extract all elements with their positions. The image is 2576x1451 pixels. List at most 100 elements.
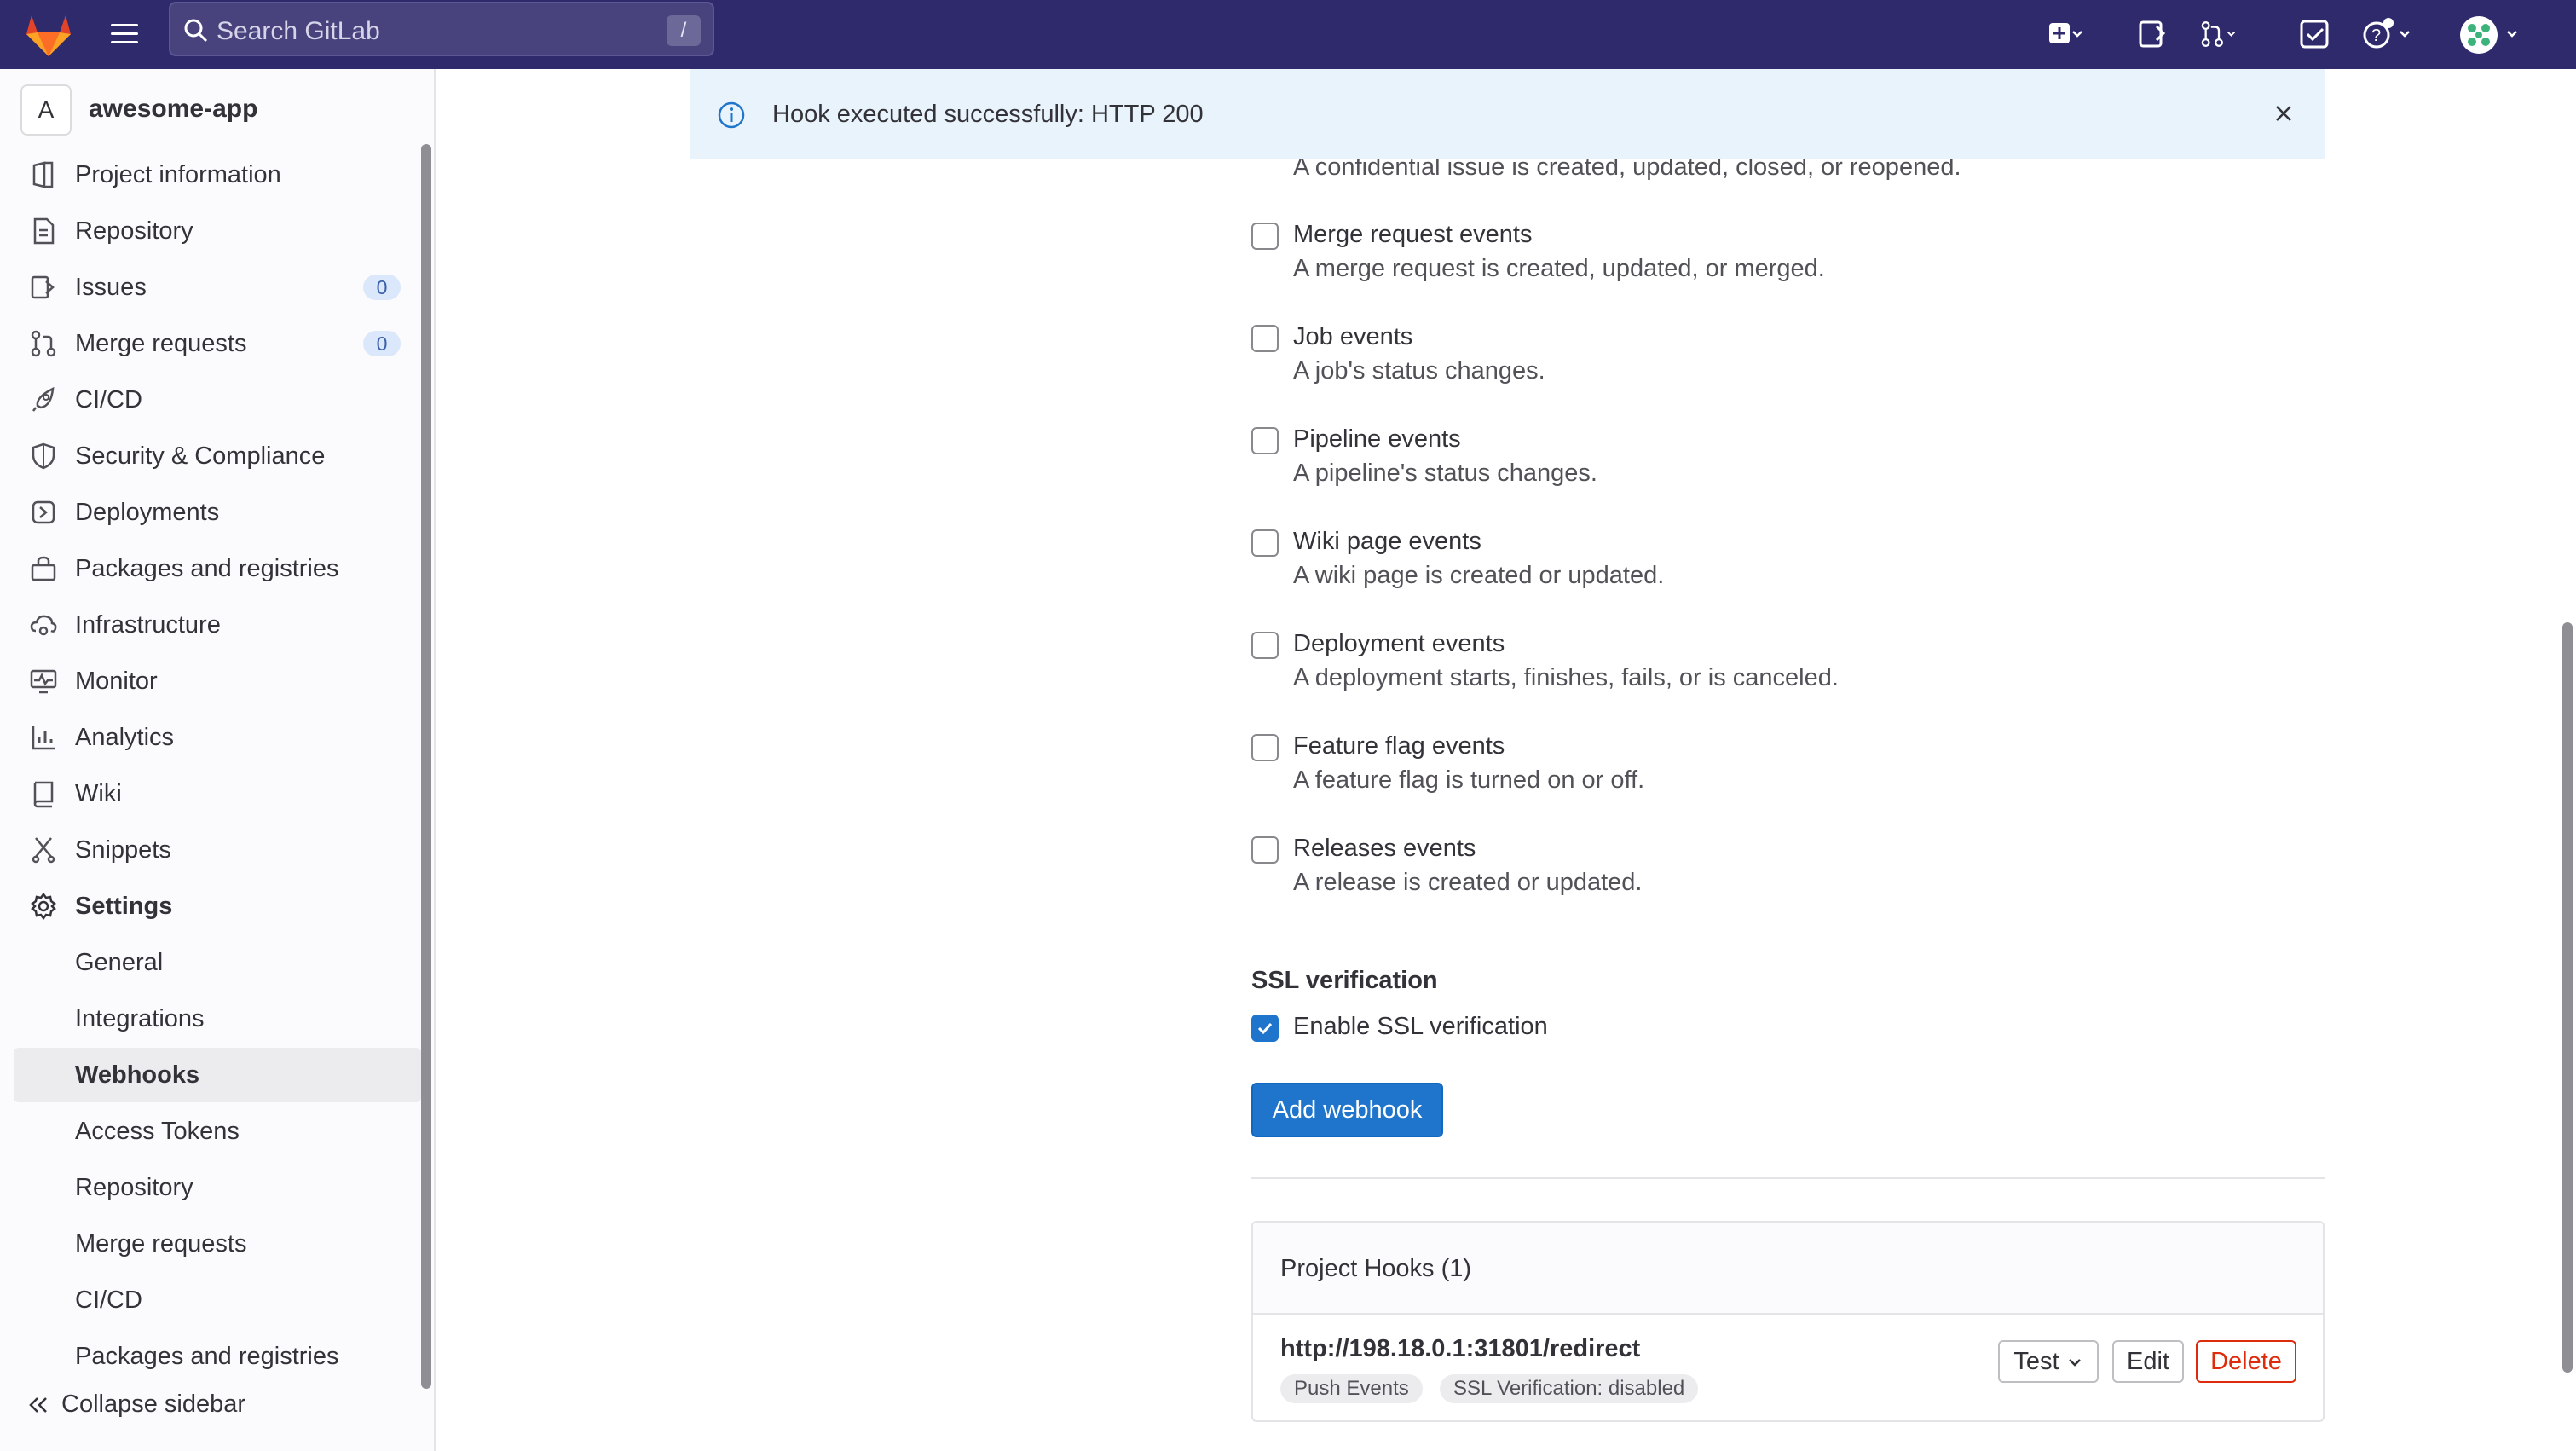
settings-sub-merge-requests[interactable]: Merge requests <box>14 1217 421 1271</box>
document-icon <box>33 217 55 245</box>
sidebar-item-monitor[interactable]: Monitor <box>14 655 421 708</box>
sidebar-item-wiki[interactable]: Wiki <box>14 767 421 820</box>
sidebar: A awesome-app Project information Reposi… <box>0 69 436 1451</box>
test-button-label: Test <box>2013 1348 2059 1375</box>
project-icon <box>32 161 54 188</box>
gitlab-logo-icon[interactable] <box>24 7 73 61</box>
sidebar-item-settings[interactable]: Settings <box>14 880 421 933</box>
success-alert: Hook executed successfully: HTTP 200 <box>690 69 2325 159</box>
alert-message: Hook executed successfully: HTTP 200 <box>772 101 1204 128</box>
hamburger-menu-icon[interactable] <box>104 14 145 55</box>
create-new-icon[interactable] <box>2044 14 2083 54</box>
sidebar-item-repository[interactable]: Repository <box>14 205 421 257</box>
pipeline-events-checkbox[interactable] <box>1251 427 1279 454</box>
merge-request-icon <box>31 330 56 357</box>
merge-request-events-label[interactable]: Merge request events <box>1293 221 1532 249</box>
monitor-icon <box>30 669 57 694</box>
sidebar-item-label: Snippets <box>75 836 171 864</box>
edit-hook-button[interactable]: Edit <box>2112 1340 2184 1383</box>
deployment-events-description: A deployment starts, finishes, fails, or… <box>1293 664 1839 691</box>
issues-icon <box>31 275 55 299</box>
settings-sub-repository[interactable]: Repository <box>14 1160 421 1215</box>
divider <box>1251 1177 2325 1179</box>
sidebar-item-label: CI/CD <box>75 386 142 413</box>
sidebar-item-label: Project information <box>75 161 281 188</box>
sidebar-subitem-label: Packages and registries <box>75 1343 339 1370</box>
add-webhook-button[interactable]: Add webhook <box>1251 1083 1443 1137</box>
wiki-page-events-checkbox[interactable] <box>1251 529 1279 557</box>
settings-sub-webhooks[interactable]: Webhooks <box>14 1048 421 1102</box>
sidebar-item-analytics[interactable]: Analytics <box>14 711 421 764</box>
settings-sub-access-tokens[interactable]: Access Tokens <box>14 1104 421 1159</box>
deployment-events-label[interactable]: Deployment events <box>1293 630 1505 658</box>
issues-count-badge: 0 <box>363 275 401 300</box>
wiki-page-events-option: Wiki page events A wiki page is created … <box>1251 528 2274 613</box>
sidebar-item-label: Issues <box>75 274 147 301</box>
merge-request-events-checkbox[interactable] <box>1251 223 1279 250</box>
pipeline-events-label[interactable]: Pipeline events <box>1293 425 1461 454</box>
merge-requests-nav-icon[interactable] <box>2199 14 2238 54</box>
user-avatar-icon[interactable] <box>2458 14 2527 54</box>
sidebar-item-project-information[interactable]: Project information <box>14 148 421 201</box>
releases-events-label[interactable]: Releases events <box>1293 835 1476 863</box>
todo-icon[interactable] <box>2295 14 2334 54</box>
sidebar-scrollbar[interactable] <box>421 144 431 1389</box>
releases-events-description: A release is created or updated. <box>1293 869 1643 896</box>
releases-events-option: Releases events A release is created or … <box>1251 835 2274 920</box>
sidebar-item-label: Packages and registries <box>75 555 339 582</box>
settings-sub-general[interactable]: General <box>14 935 421 990</box>
sidebar-item-issues[interactable]: Issues 0 <box>14 261 421 314</box>
project-hooks-panel: Project Hooks (1) http://198.18.0.1:3180… <box>1251 1221 2325 1422</box>
double-chevron-left-icon <box>29 1397 47 1413</box>
job-events-label[interactable]: Job events <box>1293 323 1412 351</box>
gear-icon <box>31 892 56 921</box>
sidebar-item-packages-registries[interactable]: Packages and registries <box>14 542 421 595</box>
sidebar-item-infrastructure[interactable]: Infrastructure <box>14 598 421 651</box>
info-icon <box>718 101 745 129</box>
ssl-verification-badge: SSL Verification: disabled <box>1440 1374 1699 1403</box>
svg-text:?: ? <box>2371 26 2381 45</box>
project-name: awesome-app <box>89 95 258 123</box>
sidebar-item-merge-requests[interactable]: Merge requests 0 <box>14 317 421 370</box>
sidebar-subitem-label: Merge requests <box>75 1230 247 1257</box>
sidebar-item-label: Deployments <box>75 499 220 526</box>
releases-events-checkbox[interactable] <box>1251 836 1279 864</box>
ssl-verification-label[interactable]: Enable SSL verification <box>1293 1013 1548 1041</box>
search-placeholder: Search GitLab <box>217 17 380 45</box>
issues-nav-icon[interactable] <box>2133 14 2172 54</box>
search-input[interactable]: Search GitLab / <box>169 2 714 56</box>
sidebar-subitem-label: Access Tokens <box>75 1118 240 1145</box>
help-icon[interactable]: ? <box>2359 14 2419 54</box>
wiki-page-events-label[interactable]: Wiki page events <box>1293 528 1481 556</box>
sidebar-item-label: Settings <box>75 893 173 920</box>
sidebar-subitem-label: Webhooks <box>75 1061 200 1089</box>
feature-flag-events-label[interactable]: Feature flag events <box>1293 732 1505 760</box>
close-icon[interactable] <box>2268 98 2299 129</box>
ssl-verification-option: Enable SSL verification <box>1251 1013 2274 1047</box>
book-icon <box>33 781 54 808</box>
sidebar-item-ci-cd[interactable]: CI/CD <box>14 373 421 426</box>
project-hooks-header: Project Hooks (1) <box>1253 1223 2323 1315</box>
sidebar-item-label: Wiki <box>75 780 122 807</box>
project-hooks-title: Project Hooks (1) <box>1280 1255 1472 1282</box>
chevron-down-icon <box>2068 1359 2081 1367</box>
feature-flag-events-checkbox[interactable] <box>1251 734 1279 761</box>
sidebar-item-security-compliance[interactable]: Security & Compliance <box>14 430 421 483</box>
deployment-events-checkbox[interactable] <box>1251 632 1279 659</box>
settings-sub-ci-cd[interactable]: CI/CD <box>14 1273 421 1327</box>
sidebar-item-deployments[interactable]: Deployments <box>14 486 421 539</box>
settings-sub-packages-registries[interactable]: Packages and registries <box>14 1329 421 1384</box>
delete-hook-button[interactable]: Delete <box>2196 1340 2296 1383</box>
deployments-icon <box>32 500 55 524</box>
page-scrollbar[interactable] <box>2562 622 2573 1373</box>
shield-icon <box>32 442 55 470</box>
ssl-verification-checkbox[interactable] <box>1251 1015 1279 1042</box>
job-events-checkbox[interactable] <box>1251 325 1279 352</box>
sidebar-item-snippets[interactable]: Snippets <box>14 824 421 876</box>
settings-sub-integrations[interactable]: Integrations <box>14 991 421 1046</box>
test-dropdown-button[interactable]: Test <box>1998 1340 2099 1383</box>
sidebar-item-label: Infrastructure <box>75 611 221 639</box>
wiki-page-events-description: A wiki page is created or updated. <box>1293 562 1665 589</box>
search-icon <box>184 19 208 43</box>
package-icon <box>31 556 56 581</box>
